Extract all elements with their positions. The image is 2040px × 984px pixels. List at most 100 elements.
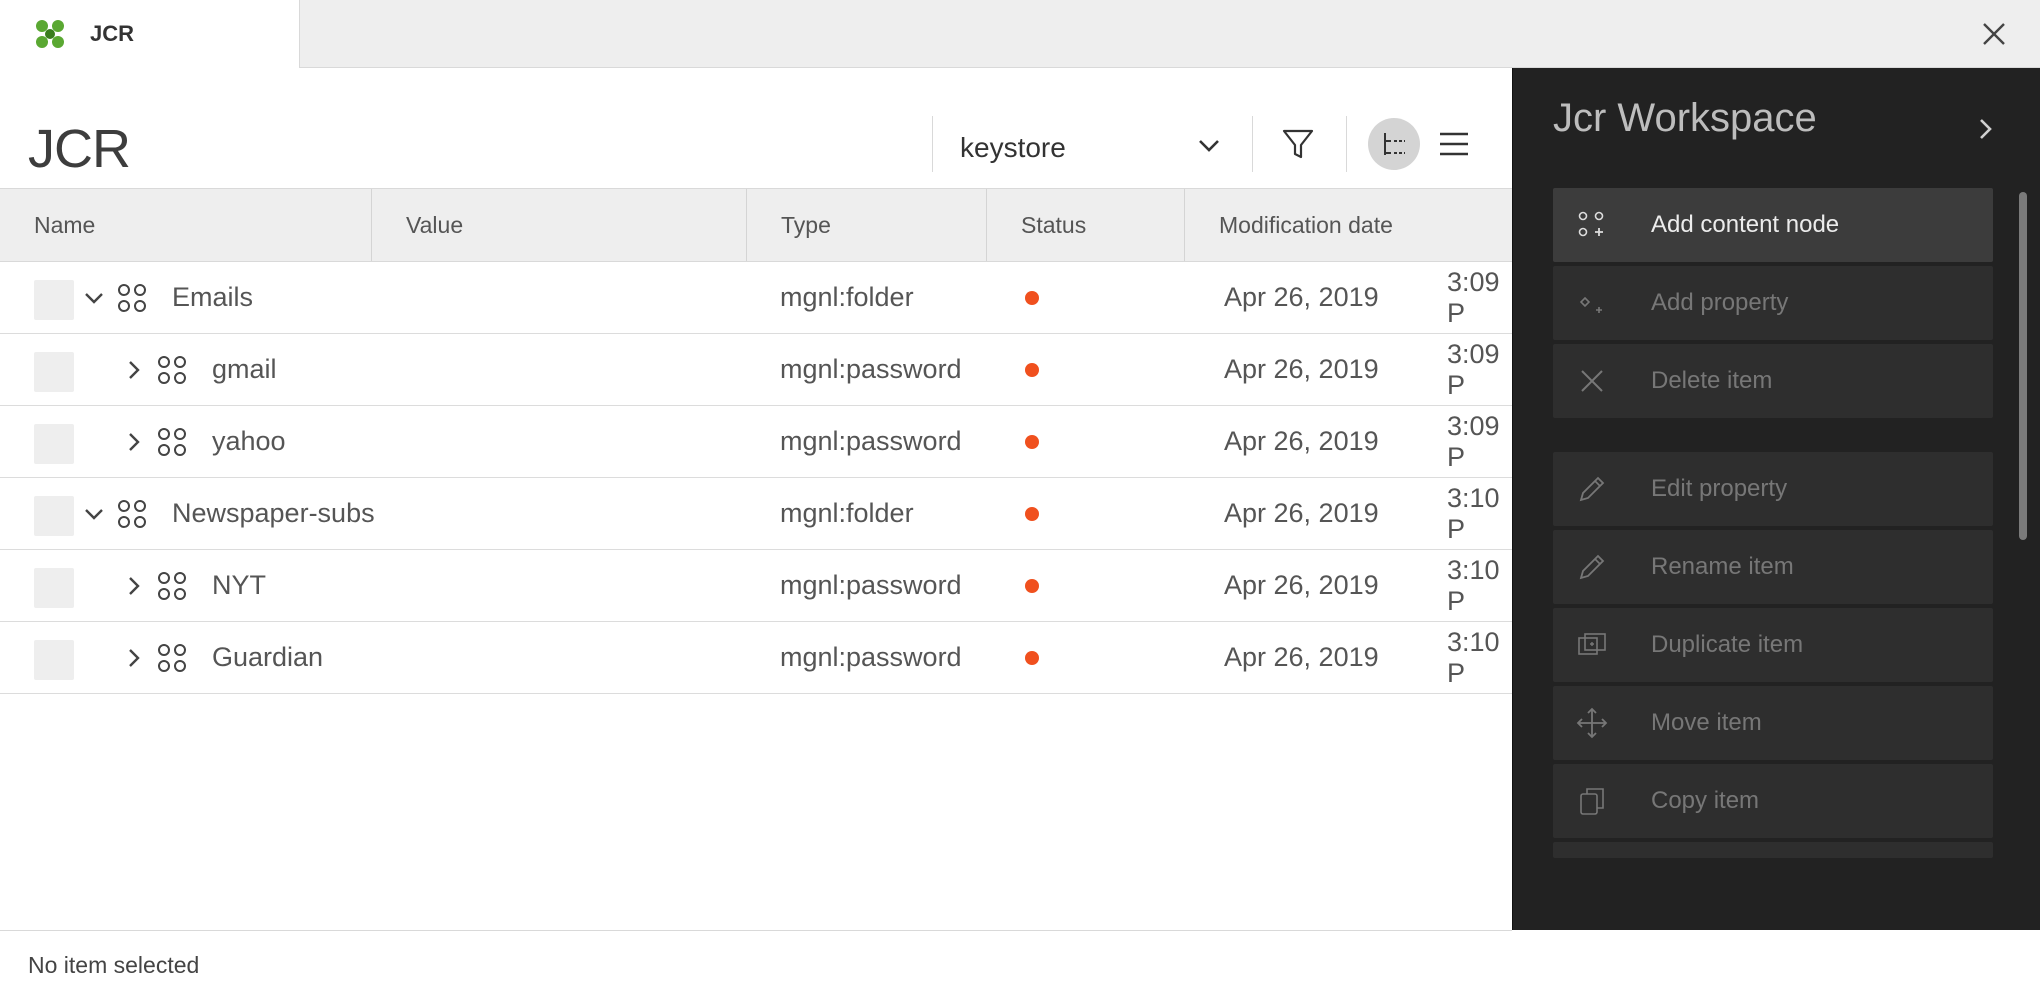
- row-type: mgnl:folder: [780, 498, 914, 528]
- chevron-right-icon: [129, 649, 140, 667]
- content-node-icon: [158, 356, 186, 384]
- action-duplicate-item[interactable]: Duplicate item: [1553, 608, 1993, 682]
- row-type: mgnl:password: [780, 642, 962, 672]
- table-header: Name Value Type Status Modification date: [0, 188, 1512, 262]
- row-expander[interactable]: [120, 356, 148, 384]
- row-type: mgnl:folder: [780, 282, 914, 312]
- row-name: Newspaper-subs: [172, 498, 375, 528]
- row-date: Apr 26, 2019: [1224, 498, 1379, 528]
- status-dot: [1025, 578, 1039, 593]
- table-row[interactable]: gmail mgnl:password Apr 26, 2019 3:09 P: [0, 334, 1512, 406]
- row-checkbox[interactable]: [34, 496, 74, 536]
- status-indicator: [1025, 406, 1039, 477]
- action-next-partial[interactable]: [1553, 842, 1993, 858]
- content-table: Name Value Type Status Modification date…: [0, 188, 1512, 694]
- row-date: Apr 26, 2019: [1224, 642, 1379, 672]
- table-row[interactable]: NYT mgnl:password Apr 26, 2019 3:10 P: [0, 550, 1512, 622]
- status-indicator: [1025, 334, 1039, 405]
- row-time: 3:10 P: [1447, 626, 1500, 688]
- list-view-button[interactable]: [1428, 118, 1480, 170]
- chevron-down-icon: [85, 293, 103, 304]
- action-delete-item[interactable]: Delete item: [1553, 344, 1993, 418]
- action-add-property[interactable]: Add property: [1553, 266, 1993, 340]
- row-date: Apr 26, 2019: [1224, 354, 1379, 384]
- row-type: mgnl:password: [780, 354, 962, 384]
- row-name: Guardian: [212, 642, 324, 672]
- chevron-down-icon: [1199, 140, 1219, 152]
- column-header-value[interactable]: Value: [372, 189, 747, 261]
- action-label: Move item: [1651, 709, 1762, 736]
- table-row[interactable]: Guardian mgnl:password Apr 26, 2019 3:10 P: [0, 622, 1512, 694]
- panel-title: Jcr Workspace: [1553, 96, 1817, 140]
- action-add-content-node[interactable]: Add content node: [1553, 188, 1993, 262]
- status-dot: [1025, 650, 1039, 665]
- table-row[interactable]: Newspaper-subs mgnl:folder Apr 26, 2019 3:1…: [0, 478, 1512, 550]
- status-indicator: [1025, 262, 1039, 333]
- header-divider: [1252, 116, 1253, 172]
- content-node-icon: [158, 572, 186, 600]
- row-checkbox[interactable]: [34, 640, 74, 680]
- row-expander[interactable]: [120, 644, 148, 672]
- tree-view-button[interactable]: [1368, 118, 1420, 170]
- close-icon: [1983, 23, 2005, 45]
- row-name: NYT: [212, 570, 266, 600]
- row-checkbox[interactable]: [34, 352, 74, 392]
- status-indicator: [1025, 478, 1039, 549]
- chevron-right-icon: [129, 361, 140, 379]
- table-row[interactable]: yahoo mgnl:password Apr 26, 2019 3:09 P: [0, 406, 1512, 478]
- action-edit-property[interactable]: Edit property: [1553, 452, 1993, 526]
- tree-view-icon: [1384, 133, 1405, 155]
- table-body: Emails mgnl:folder Apr 26, 2019 3:09 Pgmail…: [0, 262, 1512, 694]
- collapse-panel-button[interactable]: [1972, 112, 2000, 146]
- row-checkbox[interactable]: [34, 280, 74, 320]
- move-icon: [1576, 707, 1608, 739]
- action-label: Edit property: [1651, 475, 1788, 502]
- filter-button[interactable]: [1272, 118, 1324, 170]
- copy-icon: [1580, 788, 1604, 815]
- pencil-icon: [1579, 476, 1605, 502]
- action-label: Add property: [1651, 289, 1789, 316]
- row-time: 3:10 P: [1447, 482, 1500, 544]
- action-rename-item[interactable]: Rename item: [1553, 530, 1993, 604]
- action-panel: Jcr Workspace Add content node Add proper…: [1512, 68, 2040, 930]
- status-indicator: [1025, 550, 1039, 621]
- row-expander[interactable]: [120, 428, 148, 456]
- action-label: Duplicate item: [1651, 631, 1804, 658]
- row-checkbox[interactable]: [34, 568, 74, 608]
- workspace-value: keystore: [960, 132, 1066, 163]
- table-row[interactable]: Emails mgnl:folder Apr 26, 2019 3:09 P: [0, 262, 1512, 334]
- tab-jcr[interactable]: JCR: [0, 0, 300, 68]
- add-node-icon: [1578, 211, 1604, 237]
- column-header-name[interactable]: Name: [0, 189, 372, 261]
- row-expander[interactable]: [120, 572, 148, 600]
- row-expander[interactable]: [80, 500, 108, 528]
- pencil-icon: [1579, 554, 1605, 580]
- column-header-modification-date[interactable]: Modification date: [1185, 189, 1512, 261]
- action-move-item[interactable]: Move item: [1553, 686, 1993, 760]
- delete-icon: [1581, 370, 1603, 392]
- row-expander[interactable]: [80, 284, 108, 312]
- header-divider: [1346, 116, 1347, 172]
- column-header-type[interactable]: Type: [747, 189, 987, 261]
- row-type: mgnl:password: [780, 570, 962, 600]
- status-dot: [1025, 434, 1039, 449]
- footer-divider: [0, 930, 1512, 931]
- row-time: 3:09 P: [1447, 266, 1500, 328]
- close-button[interactable]: [1972, 12, 2016, 56]
- add-property-icon: [1579, 296, 1602, 313]
- workspace-select[interactable]: keystore: [960, 118, 1224, 178]
- tab-bar: JCR: [0, 0, 2040, 68]
- row-name: gmail: [212, 354, 277, 384]
- scrollbar-thumb[interactable]: [2019, 192, 2027, 540]
- row-time: 3:09 P: [1447, 338, 1500, 400]
- action-label: Delete item: [1651, 367, 1773, 394]
- action-copy-item[interactable]: Copy item: [1553, 764, 1993, 838]
- row-date: Apr 26, 2019: [1224, 426, 1379, 456]
- row-date: Apr 26, 2019: [1224, 570, 1379, 600]
- chevron-right-icon: [1980, 119, 1992, 139]
- row-checkbox[interactable]: [34, 424, 74, 464]
- action-label: Copy item: [1651, 787, 1760, 814]
- row-date: Apr 26, 2019: [1224, 282, 1379, 312]
- row-time: 3:10 P: [1447, 554, 1500, 616]
- column-header-status[interactable]: Status: [987, 189, 1185, 261]
